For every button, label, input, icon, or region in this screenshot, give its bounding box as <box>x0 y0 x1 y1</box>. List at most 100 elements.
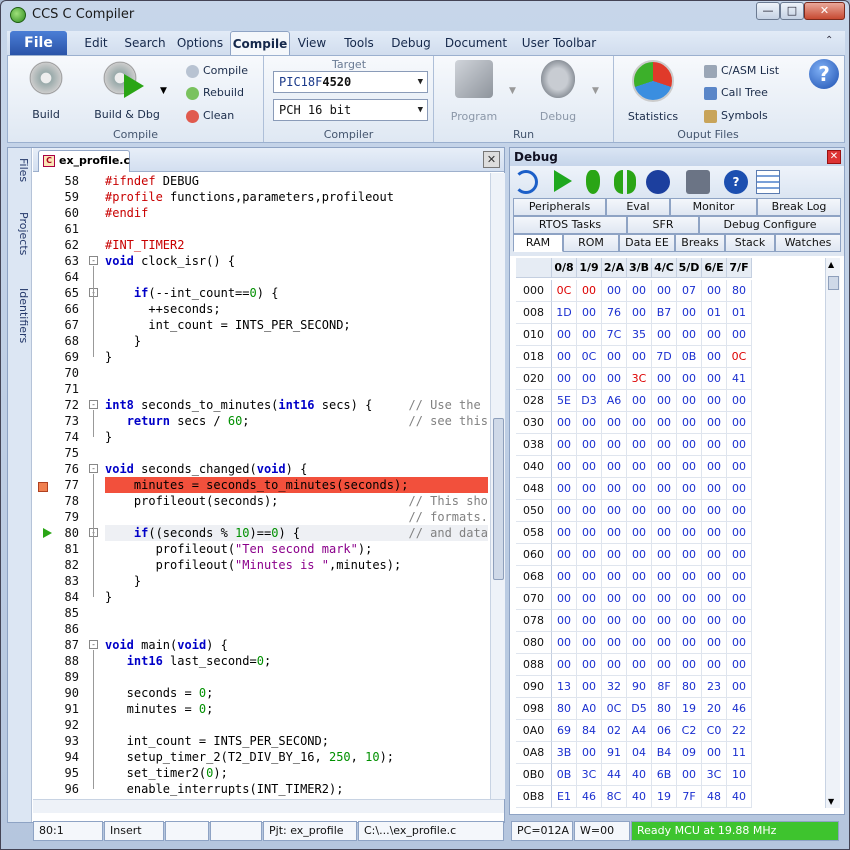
code-line[interactable]: 92 <box>33 717 488 733</box>
code-line[interactable]: 84} <box>33 589 488 605</box>
tab-edit[interactable]: Edit <box>73 31 119 55</box>
tab-watches[interactable]: Watches <box>775 234 841 252</box>
ram-cell[interactable]: 00 <box>627 346 652 368</box>
code-line[interactable]: 68 } <box>33 333 488 349</box>
ram-cell[interactable]: 00 <box>577 588 602 610</box>
ram-cell[interactable]: 00 <box>577 522 602 544</box>
ram-cell[interactable]: 00 <box>702 456 727 478</box>
ram-cell[interactable]: 04 <box>627 742 652 764</box>
ram-cell[interactable]: 00 <box>652 632 677 654</box>
ram-cell[interactable]: 00 <box>652 412 677 434</box>
ram-cell[interactable]: 09 <box>677 742 702 764</box>
ram-cell[interactable]: 40 <box>627 786 652 808</box>
code-line[interactable]: 60 #endif <box>33 205 488 221</box>
ram-cell[interactable]: 00 <box>552 654 577 676</box>
ram-cell[interactable]: 00 <box>602 522 627 544</box>
ram-cell[interactable]: 00 <box>677 500 702 522</box>
ram-cell[interactable]: 00 <box>602 456 627 478</box>
ram-cell[interactable]: 00 <box>552 412 577 434</box>
ram-cell[interactable]: 00 <box>727 654 752 676</box>
ram-cell[interactable]: 00 <box>602 280 627 302</box>
ram-cell[interactable]: D3 <box>577 390 602 412</box>
ram-cell[interactable]: 00 <box>702 324 727 346</box>
code-line[interactable]: 79 // formats. <box>33 509 488 525</box>
ram-cell[interactable]: 00 <box>577 566 602 588</box>
symbols-button[interactable]: Symbols <box>704 107 768 125</box>
close-document-icon[interactable]: ✕ <box>483 151 500 168</box>
side-tab-files[interactable]: Files <box>10 158 30 182</box>
ram-cell[interactable]: 00 <box>677 566 702 588</box>
tab-view[interactable]: View <box>293 31 331 55</box>
help-icon[interactable]: ? <box>724 170 748 194</box>
code-line[interactable]: 76 - void seconds_changed(void) { <box>33 461 488 477</box>
ram-cell[interactable]: 00 <box>577 280 602 302</box>
ram-cell[interactable]: 1D <box>552 302 577 324</box>
ram-cell[interactable]: 00 <box>627 566 652 588</box>
ram-cell[interactable]: 90 <box>627 676 652 698</box>
collapse-ribbon-icon[interactable]: ⌃ <box>825 35 833 46</box>
ram-cell[interactable]: 00 <box>602 368 627 390</box>
ram-cell[interactable]: 00 <box>627 412 652 434</box>
ram-cell[interactable]: 00 <box>602 632 627 654</box>
ram-cell[interactable]: 00 <box>677 434 702 456</box>
ram-cell[interactable]: 00 <box>627 302 652 324</box>
ram-cell[interactable]: 41 <box>727 368 752 390</box>
ram-cell[interactable]: E1 <box>552 786 577 808</box>
ram-cell[interactable]: 00 <box>677 412 702 434</box>
ram-cell[interactable]: 00 <box>702 544 727 566</box>
ram-cell[interactable]: 00 <box>627 654 652 676</box>
ram-cell[interactable]: 00 <box>652 610 677 632</box>
code-line[interactable]: 70 <box>33 365 488 381</box>
code-line[interactable]: 94 setup_timer_2(T2_DIV_BY_16, 250, 10); <box>33 749 488 765</box>
ram-cell[interactable]: 00 <box>627 478 652 500</box>
ram-cell[interactable]: 0C <box>552 280 577 302</box>
ram-cell[interactable]: 00 <box>702 522 727 544</box>
code-line[interactable]: 66 ++seconds; <box>33 301 488 317</box>
step-into-icon[interactable] <box>586 170 600 194</box>
fold-toggle-icon[interactable]: - <box>89 400 98 409</box>
table-icon[interactable] <box>756 170 780 194</box>
ram-cell[interactable]: A6 <box>602 390 627 412</box>
help-icon[interactable]: ? <box>809 59 839 89</box>
ram-cell[interactable]: 76 <box>602 302 627 324</box>
minimize-button[interactable]: — <box>756 2 780 20</box>
ram-cell[interactable]: 00 <box>652 434 677 456</box>
tab-monitor[interactable]: Monitor <box>670 198 757 216</box>
ram-cell[interactable]: 00 <box>627 390 652 412</box>
ram-cell[interactable]: 5E <box>552 390 577 412</box>
ram-cell[interactable]: 00 <box>677 522 702 544</box>
code-line[interactable]: 93 int_count = INTS_PER_SECOND; <box>33 733 488 749</box>
ram-cell[interactable]: 00 <box>677 456 702 478</box>
ram-cell[interactable]: 01 <box>702 302 727 324</box>
ram-cell[interactable]: 00 <box>577 412 602 434</box>
ram-cell[interactable]: 00 <box>602 654 627 676</box>
statistics-button[interactable]: Statistics <box>626 60 680 123</box>
ram-cell[interactable]: 00 <box>627 610 652 632</box>
ram-cell[interactable]: 00 <box>552 500 577 522</box>
tab-breaks[interactable]: Breaks <box>675 234 725 252</box>
clean-button[interactable]: Clean <box>186 107 234 125</box>
code-line[interactable]: 87 - void main(void) { <box>33 637 488 653</box>
code-line[interactable]: 62 #INT_TIMER2 <box>33 237 488 253</box>
ram-cell[interactable]: 00 <box>552 346 577 368</box>
ram-cell[interactable]: 00 <box>677 324 702 346</box>
ram-cell[interactable]: 00 <box>677 764 702 786</box>
build-dbg-button[interactable]: Build & Dbg <box>86 60 168 121</box>
ram-cell[interactable]: 00 <box>577 368 602 390</box>
ram-cell[interactable]: 00 <box>577 544 602 566</box>
ram-cell[interactable]: 80 <box>677 676 702 698</box>
ram-cell[interactable]: 00 <box>702 434 727 456</box>
ram-cell[interactable]: 91 <box>602 742 627 764</box>
ram-cell[interactable]: 00 <box>552 588 577 610</box>
code-line[interactable]: 89 <box>33 669 488 685</box>
ram-cell[interactable]: 00 <box>602 434 627 456</box>
ram-cell[interactable]: D5 <box>627 698 652 720</box>
ram-cell[interactable]: 80 <box>652 698 677 720</box>
code-line[interactable]: 65- if(--int_count==0) { <box>33 285 488 301</box>
ram-cell[interactable]: 00 <box>677 632 702 654</box>
ram-cell[interactable]: 00 <box>577 654 602 676</box>
ram-cell[interactable]: 00 <box>627 434 652 456</box>
compiler-select[interactable]: PCH 16 bit ▼ <box>273 99 428 121</box>
ram-cell[interactable]: 00 <box>652 280 677 302</box>
ram-cell[interactable]: 00 <box>727 456 752 478</box>
